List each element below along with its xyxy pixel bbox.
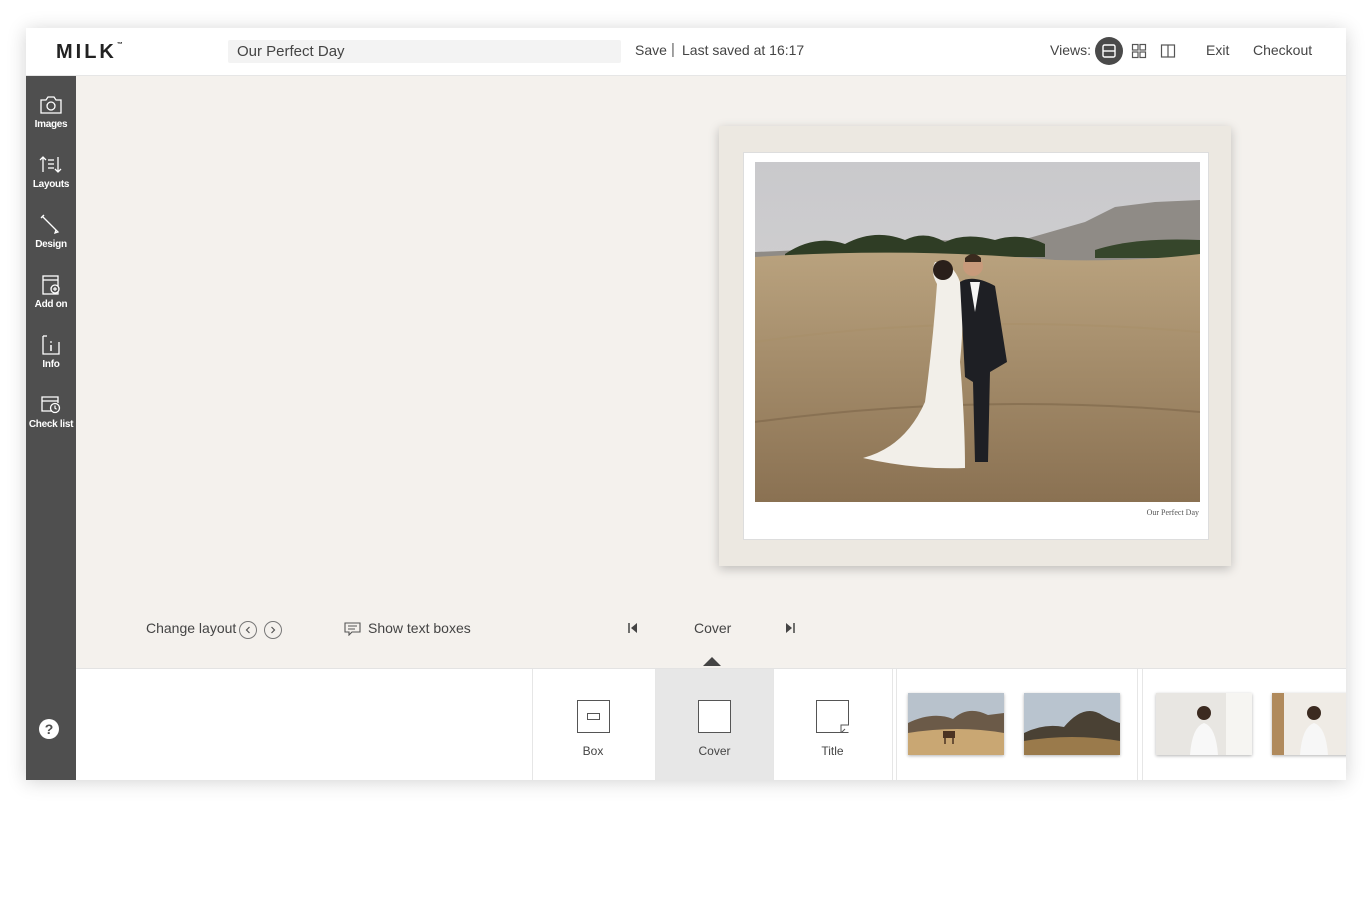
sidebar-item-info[interactable]: Info: [26, 334, 76, 390]
hills-landscape-image: [1024, 693, 1120, 755]
add-on-icon: [42, 275, 60, 295]
chevron-right-icon: [271, 626, 276, 634]
sidebar-item-design[interactable]: Design: [26, 214, 76, 270]
book-cover: Our Perfect Day: [719, 126, 1231, 566]
project-title-input[interactable]: [228, 40, 621, 63]
spread-thumbnail[interactable]: [908, 693, 1004, 755]
sidebar-item-label: Design: [35, 239, 67, 250]
skip-last-icon: [786, 623, 795, 633]
last-page-button[interactable]: [784, 621, 796, 639]
title-page-icon: [816, 700, 849, 733]
top-bar: MILK™ Save | Last saved at 16:17 Views: …: [26, 28, 1346, 76]
left-sidebar: Images Layouts Design Add on Info Check …: [26, 76, 76, 780]
tile-cover[interactable]: Cover: [655, 669, 773, 780]
horse-landscape-image: [908, 693, 1004, 755]
sidebar-item-layouts[interactable]: Layouts: [26, 154, 76, 210]
grid-view-icon: [1131, 43, 1147, 59]
sidebar-item-check-list[interactable]: Check list: [26, 394, 76, 450]
layouts-icon: [39, 156, 62, 173]
spread-thumbnail[interactable]: [1272, 693, 1346, 755]
separator: |: [671, 41, 675, 58]
milk-logo[interactable]: MILK™: [56, 41, 123, 64]
editor-canvas: Our Perfect Day Change layout Show text …: [76, 76, 1346, 668]
show-text-boxes-button[interactable]: [344, 622, 361, 641]
save-button[interactable]: Save: [635, 42, 667, 58]
layout-previous-button[interactable]: [239, 621, 257, 639]
help-button[interactable]: ?: [39, 719, 59, 739]
cover-layout-icon: [698, 700, 731, 733]
cover-caption[interactable]: Our Perfect Day: [1147, 508, 1199, 517]
view-book-button[interactable]: [1154, 37, 1182, 65]
sidebar-item-label: Layouts: [32, 179, 70, 190]
chevron-left-icon: [245, 626, 250, 634]
tile-label: Title: [821, 744, 844, 758]
view-grid-button[interactable]: [1125, 37, 1153, 65]
tile-title[interactable]: Title: [773, 669, 891, 780]
spread-view-icon: [1102, 44, 1116, 58]
spread-thumbnail[interactable]: [1156, 693, 1252, 755]
pencil-icon: [40, 214, 60, 235]
bride-portrait-image: [1156, 693, 1252, 755]
strip-divider: [1137, 669, 1138, 780]
app-window: MILK™ Save | Last saved at 16:17 Views: …: [26, 28, 1346, 780]
tile-label: Cover: [698, 744, 731, 758]
wedding-photo-image: [755, 162, 1200, 502]
text-box-icon: [344, 622, 361, 637]
box-layout-icon: [576, 700, 610, 733]
sidebar-item-add-on[interactable]: Add on: [26, 274, 76, 330]
current-page-pointer: [703, 657, 721, 666]
skip-first-icon: [628, 623, 637, 633]
sidebar-item-label: Check list: [28, 419, 74, 430]
checkout-button[interactable]: Checkout: [1253, 42, 1312, 58]
tile-box[interactable]: Box: [532, 669, 653, 780]
sidebar-item-label: Info: [42, 359, 60, 370]
exit-button[interactable]: Exit: [1206, 42, 1229, 58]
current-page-label: Cover: [694, 620, 732, 636]
info-icon: [42, 335, 60, 355]
cover-page[interactable]: Our Perfect Day: [743, 152, 1209, 540]
strip-divider: [896, 669, 897, 780]
page-strip: Box Cover Title: [76, 668, 1346, 780]
view-spread-button[interactable]: [1095, 37, 1123, 65]
sidebar-item-label: Images: [34, 119, 68, 130]
cover-photo[interactable]: [755, 162, 1200, 502]
sidebar-item-images[interactable]: Images: [26, 94, 76, 150]
camera-icon: [40, 96, 62, 114]
book-view-icon: [1160, 44, 1176, 58]
layout-next-button[interactable]: [264, 621, 282, 639]
views-label: Views:: [1050, 42, 1091, 58]
strip-divider: [1142, 669, 1143, 780]
strip-divider: [892, 669, 893, 780]
tile-label: Box: [582, 744, 604, 758]
spread-thumbnail[interactable]: [1024, 693, 1120, 755]
reflection-fade: [26, 780, 1346, 890]
first-page-button[interactable]: [627, 621, 639, 639]
page-fold-icon: [840, 724, 849, 733]
show-text-boxes-label[interactable]: Show text boxes: [368, 620, 471, 636]
bride-window-image: [1272, 693, 1346, 755]
sidebar-item-label: Add on: [34, 299, 68, 310]
checklist-icon: [41, 396, 61, 414]
change-layout-label: Change layout: [146, 620, 237, 636]
last-saved-status: Last saved at 16:17: [682, 42, 805, 58]
